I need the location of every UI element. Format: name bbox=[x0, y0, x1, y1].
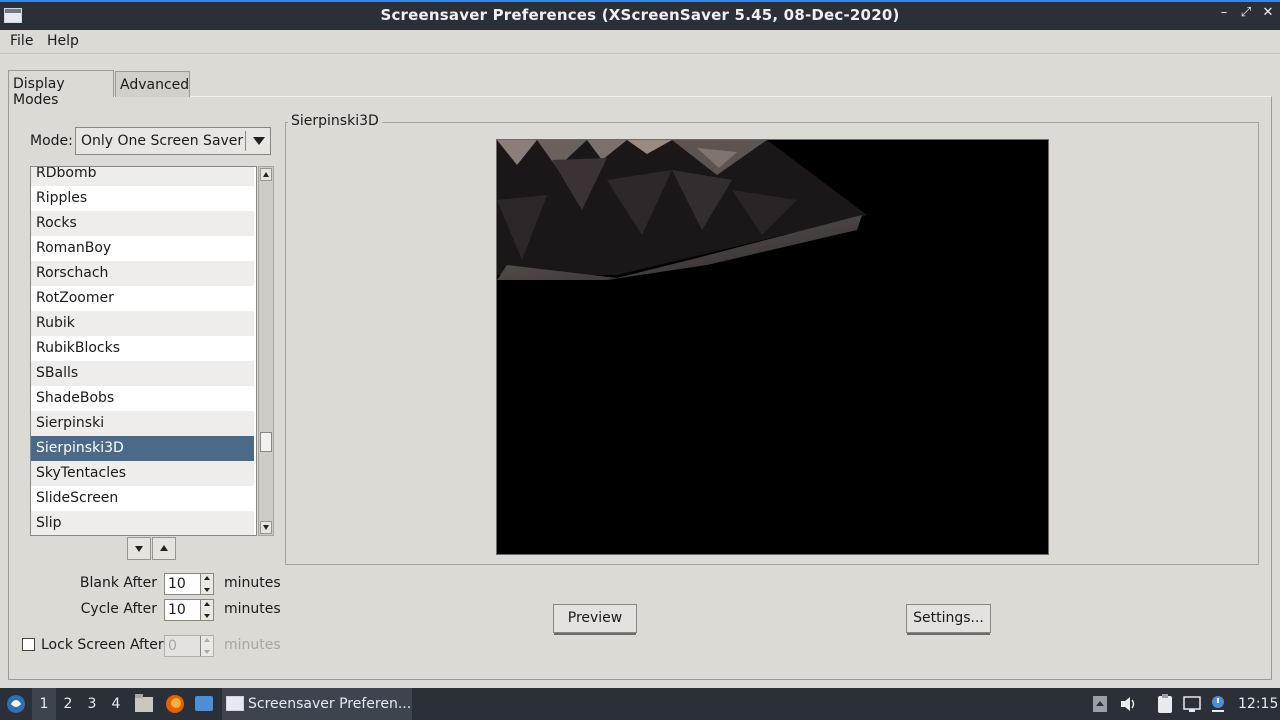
minimize-button[interactable]: – bbox=[1215, 5, 1233, 20]
arrow-down-icon bbox=[135, 546, 143, 552]
settings-button[interactable]: Settings... bbox=[906, 604, 991, 635]
previous-screensaver-button[interactable] bbox=[152, 537, 176, 560]
lock-after-unit: minutes bbox=[224, 637, 281, 653]
menu-file[interactable]: File bbox=[10, 33, 33, 49]
blank-after-spinbox[interactable]: 10 bbox=[164, 573, 214, 595]
list-item[interactable]: Sierpinski3D bbox=[31, 436, 254, 461]
spin-buttons-icon bbox=[200, 636, 213, 656]
list-item[interactable]: SBalls bbox=[31, 361, 254, 386]
workspace-4[interactable]: 4 bbox=[104, 688, 128, 720]
list-item[interactable]: Rocks bbox=[31, 211, 254, 236]
window-titlebar[interactable]: Screensaver Preferences (XScreenSaver 5.… bbox=[0, 0, 1280, 30]
cycle-after-unit: minutes bbox=[224, 601, 281, 617]
start-menu-icon[interactable] bbox=[4, 688, 28, 720]
volume-icon[interactable] bbox=[1118, 688, 1138, 720]
workspace-3[interactable]: 3 bbox=[80, 688, 104, 720]
menu-bar: File Help bbox=[0, 30, 1280, 54]
lock-after-spinbox: 0 bbox=[164, 635, 214, 657]
clock[interactable]: 12:15 bbox=[1238, 688, 1278, 720]
taskbar-task-screensaver[interactable]: Screensaver Preferen... bbox=[222, 688, 412, 720]
file-manager-icon[interactable] bbox=[134, 688, 154, 720]
sierpinski-render bbox=[497, 140, 867, 280]
tray-expand-icon[interactable] bbox=[1091, 688, 1109, 720]
list-item[interactable]: Rubik bbox=[31, 311, 254, 336]
list-scrollbar[interactable] bbox=[258, 166, 274, 536]
tab-advanced[interactable]: Advanced bbox=[115, 71, 190, 97]
arrow-up-icon bbox=[160, 545, 168, 551]
list-item[interactable]: Sierpinski bbox=[31, 411, 254, 436]
screensaver-preview bbox=[496, 139, 1049, 555]
list-item[interactable]: RotZoomer bbox=[31, 286, 254, 311]
network-icon[interactable] bbox=[1182, 688, 1202, 720]
list-item[interactable]: RubikBlocks bbox=[31, 336, 254, 361]
scrollbar-thumb[interactable] bbox=[260, 432, 272, 452]
lock-screen-label: Lock Screen After bbox=[41, 637, 164, 653]
preview-title: Sierpinski3D bbox=[288, 113, 382, 129]
window-task-icon bbox=[226, 696, 244, 711]
cycle-after-label: Cycle After bbox=[80, 601, 157, 617]
screensaver-list[interactable]: RDbomb Ripples Rocks RomanBoy Rorschach RotZo… bbox=[30, 166, 257, 536]
firefox-icon[interactable] bbox=[164, 688, 186, 720]
preview-button[interactable]: Preview bbox=[553, 604, 637, 635]
task-label: Screensaver Preferen... bbox=[248, 696, 412, 712]
chevron-down-icon bbox=[253, 137, 265, 145]
spin-buttons-icon[interactable] bbox=[200, 574, 213, 594]
mode-value: Only One Screen Saver bbox=[81, 133, 244, 149]
list-item[interactable]: SlideScreen bbox=[31, 486, 254, 511]
scroll-down-arrow-icon[interactable] bbox=[260, 521, 272, 534]
list-item[interactable]: Rorschach bbox=[31, 261, 254, 286]
workspace-1[interactable]: 1 bbox=[32, 688, 56, 720]
scroll-up-arrow-icon[interactable] bbox=[260, 168, 272, 181]
cycle-after-spinbox[interactable]: 10 bbox=[164, 599, 214, 621]
list-item[interactable]: ShadeBobs bbox=[31, 386, 254, 411]
taskbar: 1 2 3 4 Screensaver Preferen... 12:15 bbox=[0, 688, 1280, 720]
clipboard-icon[interactable] bbox=[1155, 688, 1175, 720]
list-item[interactable]: RDbomb bbox=[31, 167, 254, 186]
list-item[interactable]: SkyTentacles bbox=[31, 461, 254, 486]
mode-dropdown[interactable]: Only One Screen Saver bbox=[75, 127, 271, 155]
list-item[interactable]: RomanBoy bbox=[31, 236, 254, 261]
mode-label: Mode: bbox=[30, 133, 73, 149]
list-item[interactable]: Slip bbox=[31, 511, 254, 535]
blank-after-label: Blank After bbox=[79, 575, 157, 591]
blank-after-unit: minutes bbox=[224, 575, 281, 591]
maximize-button[interactable]: ⤢ bbox=[1237, 5, 1255, 20]
list-item[interactable]: Ripples bbox=[31, 186, 254, 211]
window-title: Screensaver Preferences (XScreenSaver 5.… bbox=[380, 6, 900, 24]
spin-buttons-icon[interactable] bbox=[200, 600, 213, 620]
close-button[interactable]: ✕ bbox=[1259, 5, 1277, 20]
lock-screen-checkbox[interactable] bbox=[22, 638, 35, 651]
next-screensaver-button[interactable] bbox=[127, 537, 151, 560]
blank-after-value: 10 bbox=[168, 576, 186, 592]
desktop-icon[interactable] bbox=[193, 688, 215, 720]
lock-after-value: 0 bbox=[168, 638, 177, 654]
notification-icon[interactable] bbox=[1208, 688, 1228, 720]
cycle-after-value: 10 bbox=[168, 602, 186, 618]
workspace-2[interactable]: 2 bbox=[56, 688, 80, 720]
menu-help[interactable]: Help bbox=[47, 33, 79, 49]
tab-display-modes[interactable]: Display Modes bbox=[8, 70, 114, 108]
